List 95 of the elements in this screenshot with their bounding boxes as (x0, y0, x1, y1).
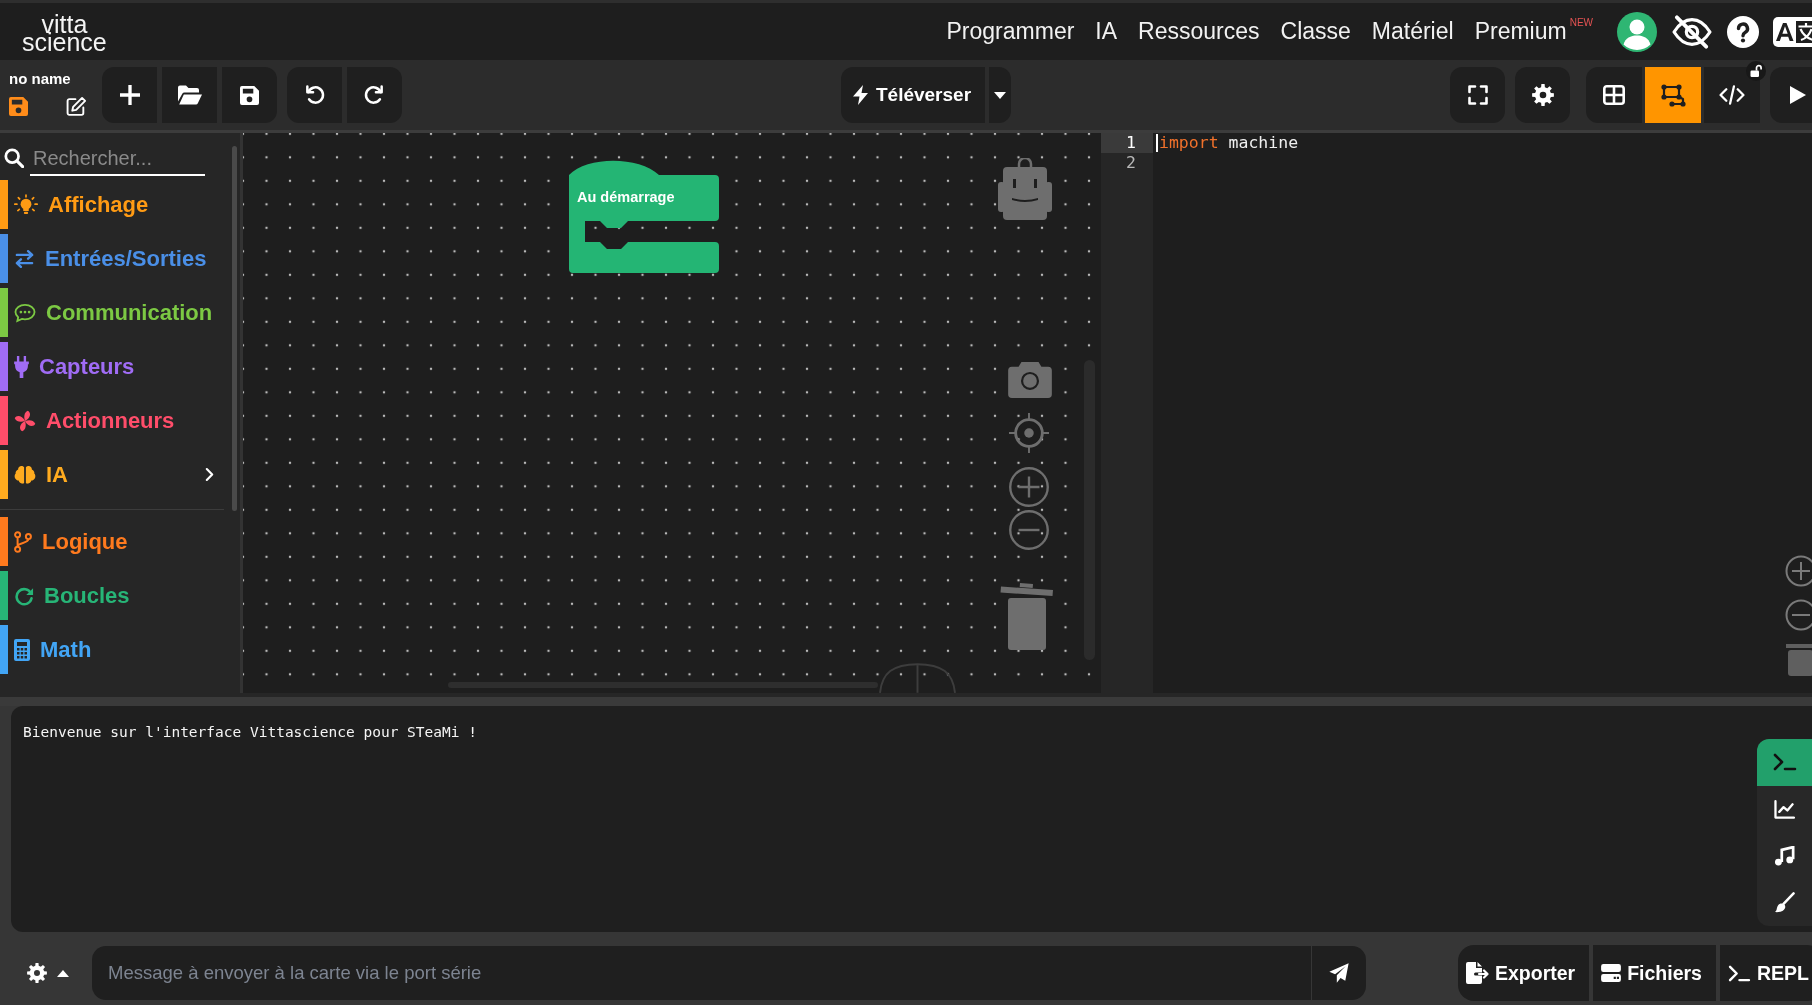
message-input[interactable]: Message à envoyer à la carte via le port série (92, 946, 1311, 1000)
bolt-icon (852, 85, 868, 105)
arrows-icon (14, 249, 35, 268)
settings-button[interactable] (1515, 67, 1570, 123)
nav-link[interactable]: Premium$^{NEW}$ (1474, 18, 1593, 45)
scrollbar[interactable] (232, 146, 237, 511)
trash-icon[interactable] (1000, 580, 1054, 650)
plus-icon (119, 85, 140, 105)
caret-up-icon[interactable] (57, 969, 69, 977)
category-item[interactable]: Capteurs (0, 342, 228, 391)
terminal-icon (1772, 753, 1797, 772)
branch-icon (14, 530, 32, 553)
nav-link[interactable]: Matériel (1371, 18, 1454, 45)
category-item[interactable]: IA (0, 450, 228, 499)
redo-button[interactable] (347, 67, 402, 123)
files-button[interactable]: Fichiers (1593, 945, 1716, 1001)
settings-icon (1531, 84, 1554, 106)
nav-link[interactable]: Ressources (1138, 18, 1260, 45)
category-item[interactable]: Affichage (0, 180, 228, 229)
category-item[interactable]: Math (0, 625, 228, 674)
search-icon (4, 148, 24, 168)
zoom-in-icon[interactable] (1009, 467, 1049, 507)
zoom-out-icon[interactable] (1785, 599, 1812, 631)
category-item[interactable]: Logique (0, 517, 228, 566)
new-label: NEW (1569, 17, 1593, 28)
nav-link[interactable]: Classe (1280, 18, 1351, 45)
folder-icon (177, 85, 202, 105)
grid-view-button[interactable] (1586, 67, 1642, 123)
save-button[interactable] (222, 67, 277, 123)
code-view-button[interactable] (1704, 67, 1760, 123)
grid-icon (1603, 85, 1625, 105)
category-item[interactable]: Communication (0, 288, 228, 337)
save-icon[interactable] (9, 97, 28, 116)
zoom-in-icon[interactable] (1785, 555, 1812, 587)
fullscreen-icon (1467, 85, 1488, 105)
project-name: no name (9, 70, 72, 87)
text-cursor (1156, 133, 1158, 152)
blocks-view-button[interactable] (1645, 67, 1701, 123)
chat-icon (14, 302, 36, 323)
new-button[interactable] (102, 67, 157, 123)
file-export-icon (1466, 962, 1489, 984)
export-button[interactable]: Exporter (1458, 945, 1590, 1001)
line-chart-icon (1774, 799, 1795, 819)
play-icon (1789, 86, 1806, 104)
brush-icon (1774, 892, 1795, 914)
help-icon[interactable] (1727, 15, 1759, 48)
storage-drive-icon (1601, 964, 1622, 982)
upload-options-button[interactable] (989, 67, 1012, 123)
brain-icon (14, 464, 36, 485)
category-item[interactable]: Boucles (0, 571, 228, 620)
edit-icon[interactable] (66, 96, 87, 117)
save-icon (240, 85, 259, 105)
nav-link[interactable]: IA (1095, 18, 1118, 45)
user-avatar-icon[interactable] (1617, 11, 1657, 52)
backpack-icon[interactable] (998, 158, 1052, 220)
logo[interactable]: vitta science (22, 12, 107, 51)
undo-icon (304, 84, 325, 106)
category-item[interactable]: Actionneurs (0, 396, 228, 445)
send-icon (1329, 963, 1349, 983)
rotate-arrow-icon (14, 585, 34, 606)
upload-button[interactable]: Téléverser (840, 67, 986, 123)
zoom-out-icon[interactable] (1009, 510, 1049, 550)
run-button[interactable] (1770, 67, 1812, 123)
translate-icon[interactable] (1773, 16, 1812, 47)
padlock-icon[interactable] (1746, 61, 1766, 81)
target-icon[interactable] (1009, 413, 1049, 453)
code-line: import machine (1159, 133, 1299, 153)
camera-icon[interactable] (1008, 360, 1052, 398)
trash-icon[interactable] (1786, 641, 1812, 676)
code-editor[interactable]: 1 import machine 2 (1101, 133, 1812, 693)
open-button[interactable] (162, 67, 217, 123)
code-icon (1719, 85, 1745, 105)
nodes-icon (1660, 83, 1686, 107)
search-field[interactable]: Rechercher... (30, 145, 205, 176)
plug-icon (14, 355, 29, 378)
music-note-icon (1774, 846, 1795, 866)
line-number: 2 (1125, 152, 1137, 172)
category-item[interactable]: Entrées/Sorties (0, 234, 228, 283)
fan-icon (14, 409, 36, 432)
send-button[interactable] (1312, 946, 1366, 1000)
fullscreen-button[interactable] (1450, 67, 1505, 123)
redo-icon (364, 84, 385, 106)
settings-icon[interactable] (27, 963, 47, 983)
caret-down-icon (994, 91, 1007, 99)
undo-button[interactable] (287, 67, 342, 123)
console-output: Bienvenue sur l'interface Vittascience pour STeaMi ! (23, 724, 478, 741)
line-number: 1 (1101, 133, 1153, 153)
lightbulb-icon (14, 193, 38, 216)
calculator-icon (14, 638, 30, 661)
repl-button[interactable]: REPL (1720, 945, 1812, 1001)
panel-handle[interactable] (879, 662, 956, 693)
console-tab[interactable] (1757, 739, 1812, 786)
eye-slash-icon[interactable] (1671, 14, 1713, 49)
terminal-icon (1728, 964, 1751, 982)
nav-link[interactable]: Programmer (946, 18, 1075, 45)
